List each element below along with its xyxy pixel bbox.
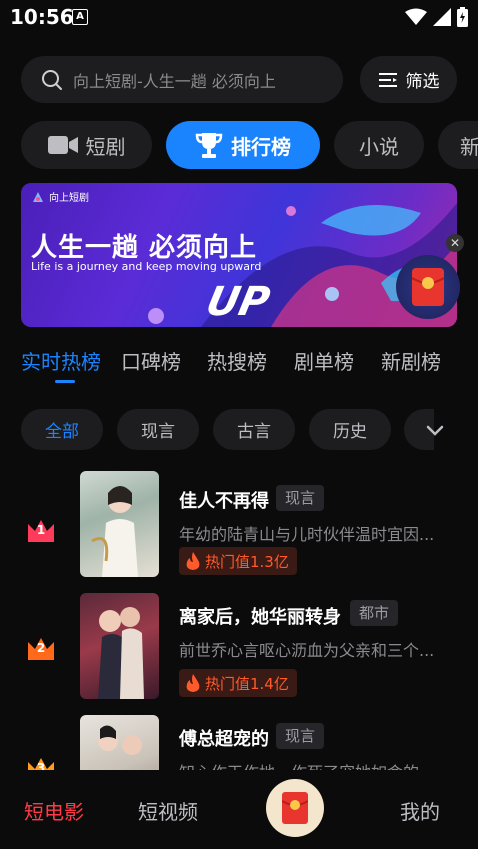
- drama-description: 前世乔心言呕心沥血为父亲和三个...: [179, 641, 435, 660]
- banner-art-text: UP: [202, 279, 274, 325]
- tab-hot-search[interactable]: 热搜榜: [207, 346, 267, 375]
- trophy-icon: [195, 133, 223, 158]
- wifi-icon: [405, 8, 427, 25]
- search-bar[interactable]: 向上短剧-人生一趟 必须向上: [21, 56, 343, 103]
- brand-name: 向上短剧: [49, 193, 89, 204]
- rank-number: 2: [36, 641, 46, 655]
- red-packet-icon: [412, 268, 444, 306]
- rank-number: 3: [36, 761, 46, 770]
- status-bar: 10:56 A: [0, 0, 478, 34]
- rank-number: 1: [36, 523, 46, 537]
- tab-reputation[interactable]: 口碑榜: [121, 346, 181, 375]
- chip-all[interactable]: 全部: [21, 409, 103, 450]
- banner-brand: 向上短剧: [31, 189, 89, 204]
- genre-tag: 都市: [350, 600, 399, 626]
- nav-short-video[interactable]: 短视频: [138, 796, 198, 825]
- drama-cover: [80, 471, 159, 577]
- rank-badge: 1: [26, 518, 56, 544]
- category-new[interactable]: 新: [438, 121, 478, 169]
- nav-red-packet-button[interactable]: [266, 779, 324, 837]
- drama-cover: [80, 715, 159, 770]
- ranking-row[interactable]: 2 离家后，她华丽转身 都市 前世乔心言呕心沥血为父亲和三个... 热门值1.4…: [0, 593, 478, 703]
- battery-icon: [457, 7, 468, 27]
- notification-a-icon: A: [72, 9, 88, 25]
- banner-headline: 人生一趟 必须向上: [31, 233, 258, 263]
- close-icon[interactable]: ✕: [446, 234, 464, 252]
- genre-tag: 现言: [276, 723, 325, 749]
- video-camera-icon: [47, 136, 78, 154]
- category-bar: 短剧 排行榜 小说 新: [21, 121, 478, 171]
- rank-badge: 2: [26, 636, 56, 662]
- hot-value-badge: 热门值1.3亿: [179, 547, 297, 575]
- ranking-row[interactable]: 1 佳人不再得 现言 年幼的陆青山与儿时伙伴温时宜因... 热门值1.3亿: [0, 471, 478, 581]
- fire-icon: [186, 674, 200, 692]
- search-icon: [42, 69, 62, 90]
- search-placeholder: 向上短剧-人生一趟 必须向上: [73, 71, 276, 91]
- promo-banner[interactable]: 向上短剧 人生一趟 必须向上 Life is a journey and kee…: [21, 183, 457, 327]
- chevron-down-icon[interactable]: [422, 418, 448, 444]
- tab-new-drama[interactable]: 新剧榜: [381, 346, 441, 375]
- filter-label: 筛选: [405, 72, 440, 92]
- bottom-nav: 短电影 短视频 我的: [0, 770, 478, 849]
- category-short-drama[interactable]: 短剧: [21, 121, 152, 169]
- brand-logo-icon: [33, 191, 43, 202]
- red-packet-icon: [282, 792, 308, 824]
- floating-red-packet[interactable]: [396, 255, 460, 319]
- drama-cover: [80, 593, 159, 699]
- signal-icon: [433, 8, 451, 26]
- drama-title: 离家后，她华丽转身: [179, 607, 341, 628]
- cover-art: [91, 486, 138, 577]
- nav-short-movie[interactable]: 短电影: [24, 796, 84, 825]
- category-label: 短剧: [85, 134, 126, 159]
- tab-realtime-hot[interactable]: 实时热榜: [21, 346, 101, 375]
- category-novel[interactable]: 小说: [334, 121, 424, 169]
- filter-button[interactable]: 筛选: [360, 56, 457, 103]
- genre-tag: 现言: [276, 485, 325, 511]
- banner-subtitle: Life is a journey and keep moving upward: [31, 260, 262, 273]
- category-label: 排行榜: [231, 134, 291, 159]
- category-label: 新: [460, 134, 478, 159]
- fire-icon: [186, 552, 200, 570]
- genre-chips: 全部 现言 古言 历史: [21, 409, 478, 451]
- ranking-list: 1 佳人不再得 现言 年幼的陆青山与儿时伙伴温时宜因... 热门值1.3亿 2 …: [0, 465, 478, 770]
- chip-ancient-romance[interactable]: 古言: [213, 409, 295, 450]
- nav-profile[interactable]: 我的: [400, 796, 440, 825]
- drama-title: 傅总超宠的: [179, 729, 269, 750]
- hot-value-badge: 热门值1.4亿: [179, 669, 297, 697]
- category-label: 小说: [359, 134, 399, 159]
- chip-modern-romance[interactable]: 现言: [117, 409, 199, 450]
- hot-value: 热门值1.4亿: [205, 674, 289, 693]
- chip-history[interactable]: 历史: [309, 409, 391, 450]
- drama-description: 知心作天作地，作死了宠她如命的...: [179, 759, 459, 770]
- rank-badge: 3: [26, 756, 56, 770]
- ranking-tabs: 实时热榜 口碑榜 热搜榜 剧单榜 新剧榜: [21, 346, 478, 386]
- tab-playlist[interactable]: 剧单榜: [294, 346, 354, 375]
- status-time: 10:56: [10, 5, 74, 29]
- cover-art: [98, 607, 144, 699]
- category-ranking[interactable]: 排行榜: [166, 121, 320, 169]
- drama-title: 佳人不再得: [179, 491, 269, 512]
- hot-value: 热门值1.3亿: [205, 552, 289, 571]
- drama-description: 年幼的陆青山与儿时伙伴温时宜因...: [179, 525, 435, 544]
- filter-icon: [378, 72, 397, 87]
- status-icons: [405, 7, 468, 27]
- ranking-row[interactable]: 3 傅总超宠的 现言 知心作天作地，作死了宠她如命的...: [0, 715, 478, 770]
- cover-art: [98, 725, 142, 755]
- active-tab-indicator: [55, 380, 75, 383]
